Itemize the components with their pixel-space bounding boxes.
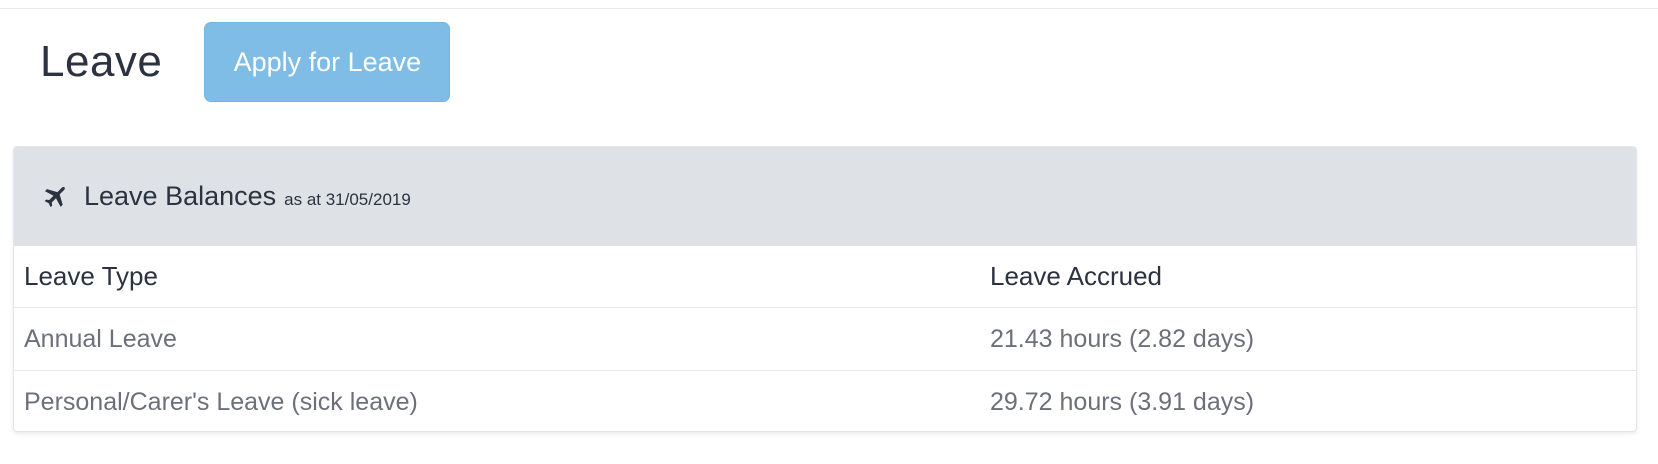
plane-icon [42,183,70,211]
apply-for-leave-button[interactable]: Apply for Leave [204,22,451,102]
column-header-leave-type: Leave Type [24,261,158,291]
page-title: Leave [40,37,163,86]
table-header-row: Leave Type Leave Accrued [14,246,1636,308]
panel-title: Leave Balances [84,181,277,211]
table-row: Personal/Carer's Leave (sick leave) 29.7… [14,370,1636,431]
column-header-leave-accrued: Leave Accrued [990,261,1163,291]
leave-accrued-cell: 29.72 hours (3.91 days) [980,370,1636,431]
leave-type-cell: Personal/Carer's Leave (sick leave) [14,370,980,431]
panel-subtitle: as at 31/05/2019 [284,189,411,209]
leave-accrued-cell: 21.43 hours (2.82 days) [980,307,1636,371]
panel-heading: Leave Balances as at 31/05/2019 [14,147,1636,246]
top-divider [0,8,1658,9]
table-row: Annual Leave 21.43 hours (2.82 days) [14,307,1636,371]
leave-balances-panel: Leave Balances as at 31/05/2019 Leave Ty… [13,146,1637,432]
page-header: Leave Apply for Leave [40,22,451,102]
leave-balances-table: Leave Type Leave Accrued Annual Leave 21… [14,246,1636,431]
leave-type-cell: Annual Leave [14,307,980,371]
